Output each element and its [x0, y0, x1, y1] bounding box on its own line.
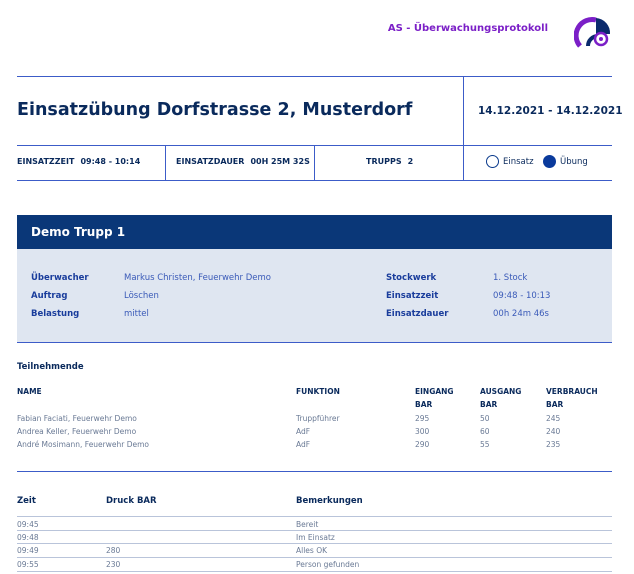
radio-einsatz-indicator: [486, 155, 499, 168]
event-date-range: 14.12.2021 - 14.12.2021: [478, 105, 623, 117]
col-header-verbrauch-line1: VERBRAUCH: [546, 387, 598, 396]
col-header-verbrauch: VERBRAUCH BAR: [546, 385, 598, 411]
trupp-name: Demo Trupp 1: [31, 225, 126, 239]
log-bemerkung: Alles OK: [296, 546, 328, 555]
log-zeit: 09:55: [17, 560, 39, 569]
stockwerk-label: Stockwerk: [386, 273, 437, 283]
log-druck: 230: [106, 560, 121, 569]
log-zeit: 09:48: [17, 533, 39, 542]
log-bemerkung: Im Einsatz: [296, 533, 335, 542]
header-divider-top: [17, 76, 612, 77]
col-header-verbrauch-line2: BAR: [546, 400, 564, 409]
participant-eingang: 295: [415, 414, 430, 423]
participant-ausgang: 50: [480, 414, 490, 423]
meta-divider-1: [165, 145, 166, 180]
log-row-divider: [17, 571, 612, 572]
trupp-header: Demo Trupp 1: [17, 215, 612, 249]
trupps-value: 2: [407, 157, 414, 166]
participant-verbrauch: 240: [546, 427, 561, 436]
trupps-field: TRUPPS 2: [366, 157, 413, 166]
col-header-eingang-line1: EINGANG: [415, 387, 454, 396]
trupp-einsatzzeit-value: 09:48 - 10:13: [493, 291, 551, 301]
belastung-label: Belastung: [31, 309, 80, 319]
participant-eingang: 290: [415, 440, 430, 449]
log-row-divider: [17, 516, 612, 517]
radio-einsatz[interactable]: Einsatz: [486, 155, 534, 168]
trupps-label: TRUPPS: [366, 157, 402, 166]
participant-verbrauch: 245: [546, 414, 561, 423]
auftrag-label: Auftrag: [31, 291, 68, 301]
radio-uebung[interactable]: Übung: [543, 155, 588, 168]
page-title: Einsatzübung Dorfstrasse 2, Musterdorf: [17, 100, 413, 120]
col-header-funktion: FUNKTION: [296, 387, 340, 396]
stockwerk-value: 1. Stock: [493, 273, 528, 283]
protocol-brand-title: AS - Überwachungsprotokoll: [387, 23, 548, 34]
meta-divider-2: [314, 145, 315, 180]
log-header-druck: Druck BAR: [106, 496, 157, 506]
ueberwacher-value: Markus Christen, Feuerwehr Demo: [124, 273, 271, 283]
radio-uebung-indicator: [543, 155, 556, 168]
belastung-value: mittel: [124, 309, 149, 319]
trupp-info-panel: Überwacher Markus Christen, Feuerwehr De…: [17, 249, 612, 342]
log-zeit: 09:49: [17, 546, 39, 555]
participant-name: Andrea Keller, Feuerwehr Demo: [17, 427, 137, 436]
participants-divider: [17, 471, 612, 472]
header-column-divider: [463, 76, 464, 180]
radio-einsatz-label: Einsatz: [503, 156, 534, 167]
log-row-divider: [17, 543, 612, 544]
trupp-einsatzdauer-value: 00h 24m 46s: [493, 309, 549, 319]
einsatzzeit-value: 09:48 - 10:14: [80, 157, 141, 166]
participant-funktion: Truppführer: [296, 414, 340, 423]
participant-funktion: AdF: [296, 427, 311, 436]
participant-eingang: 300: [415, 427, 430, 436]
participant-verbrauch: 235: [546, 440, 561, 449]
einsatzdauer-field: EINSATZDAUER 00h 25m 32s: [176, 157, 310, 166]
einsatzdauer-label: EINSATZDAUER: [176, 157, 245, 166]
participants-title: Teilnehmende: [17, 362, 84, 372]
log-bemerkung: Bereit: [296, 520, 319, 529]
col-header-eingang: EINGANG BAR: [415, 385, 454, 411]
trupp-einsatzzeit-label: Einsatzzeit: [386, 291, 439, 301]
trupp-einsatzdauer-label: Einsatzdauer: [386, 309, 449, 319]
log-row-divider: [17, 530, 612, 531]
participant-funktion: AdF: [296, 440, 311, 449]
col-header-eingang-line2: BAR: [415, 400, 433, 409]
participant-name: André Mosimann, Feuerwehr Demo: [17, 440, 150, 449]
log-bemerkung: Person gefunden: [296, 560, 360, 569]
col-header-ausgang-line1: AUSGANG: [480, 387, 522, 396]
log-zeit: 09:45: [17, 520, 39, 529]
log-header-zeit: Zeit: [17, 496, 36, 506]
info-divider: [17, 342, 612, 343]
einsatzdauer-value: 00h 25m 32s: [250, 157, 310, 166]
col-header-name: NAME: [17, 387, 42, 396]
auftrag-value: Löschen: [124, 291, 159, 301]
einsatzzeit-label: EINSATZZEIT: [17, 157, 75, 166]
log-header-bemerkungen: Bemerkungen: [296, 496, 363, 506]
radio-uebung-label: Übung: [560, 156, 588, 167]
col-header-ausgang: AUSGANG BAR: [480, 385, 521, 411]
participant-ausgang: 60: [480, 427, 490, 436]
log-druck: 280: [106, 546, 121, 555]
meta-divider-bottom: [17, 180, 612, 181]
brand-logo: [574, 17, 611, 48]
participant-ausgang: 55: [480, 440, 490, 449]
participant-name: Fabian Faciati, Feuerwehr Demo: [17, 414, 137, 423]
ueberwacher-label: Überwacher: [31, 273, 89, 283]
col-header-ausgang-line2: BAR: [480, 400, 498, 409]
einsatzzeit-field: EINSATZZEIT 09:48 - 10:14: [17, 157, 140, 166]
log-row-divider: [17, 557, 612, 558]
